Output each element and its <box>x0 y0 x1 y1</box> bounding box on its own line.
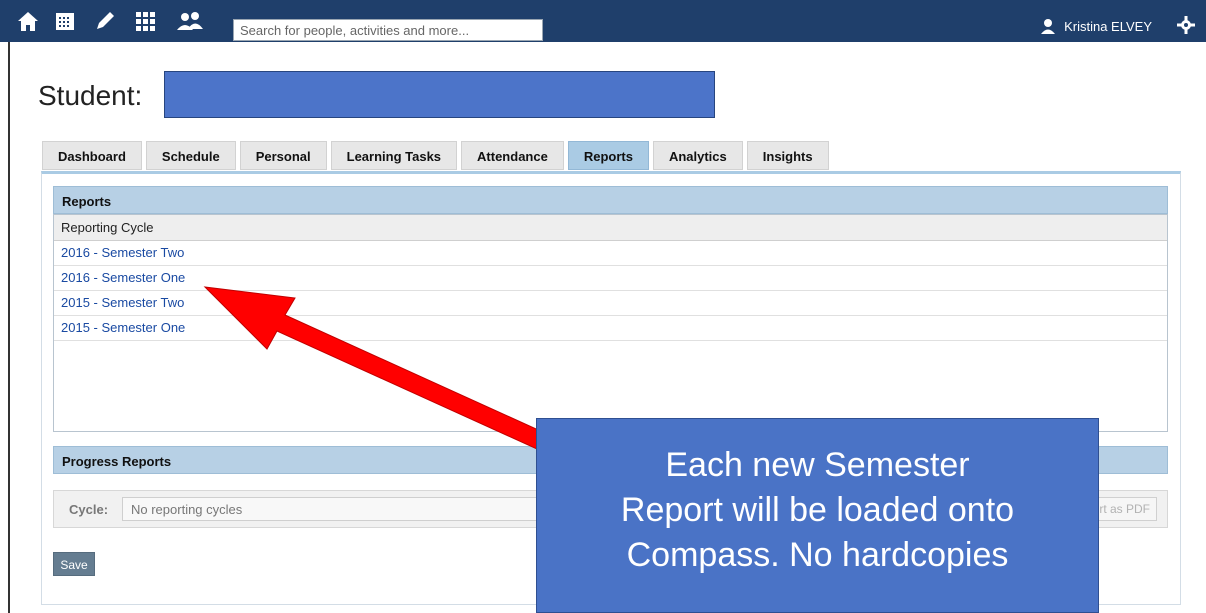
red-arrow-shape <box>203 286 579 465</box>
callout-line-3: Compass. No hardcopies <box>626 536 1009 574</box>
callout-box: Each new Semester Report will be loaded … <box>536 418 1099 613</box>
callout-line-2: Report will be loaded onto <box>620 491 1015 529</box>
callout-line-1: Each new Semester <box>665 446 970 484</box>
